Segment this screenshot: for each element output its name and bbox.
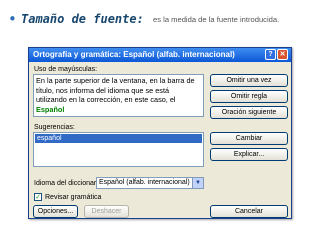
chevron-down-icon[interactable]: ▼ xyxy=(192,178,203,188)
language-label: Idioma del diccionario: xyxy=(34,180,104,187)
suggestions-label: Sugerencias: xyxy=(34,124,75,131)
change-button[interactable]: Cambiar xyxy=(210,132,288,145)
ignore-rule-button[interactable]: Omitir regla xyxy=(210,90,288,103)
language-value: Español (alfab. internacional) xyxy=(99,179,190,186)
language-select[interactable]: Español (alfab. internacional) ▼ xyxy=(96,177,204,189)
bullet-marker: • xyxy=(8,10,17,28)
cancel-button[interactable]: Cancelar xyxy=(210,205,288,218)
slide-description: es la medida de la fuente introducida. xyxy=(153,15,280,24)
grammar-checkbox[interactable]: ✓ xyxy=(34,193,42,201)
undo-button[interactable]: Deshacer xyxy=(84,205,129,218)
issue-type-label: Uso de mayúsculas: xyxy=(34,66,98,73)
slide-heading: Tamaño de fuente: xyxy=(21,12,144,26)
suggestion-item[interactable]: español xyxy=(35,134,202,143)
suggestions-list[interactable]: español xyxy=(33,132,204,167)
dialog-title: Ortografía y gramática: Español (alfab. … xyxy=(33,50,235,59)
help-icon[interactable]: ? xyxy=(265,49,276,60)
explain-button[interactable]: Explicar... xyxy=(210,148,288,161)
slide-caption: • Tamaño de fuente: es la medida de la f… xyxy=(8,8,314,30)
sentence-textbox[interactable]: En la parte superior de la ventana, en l… xyxy=(33,74,204,117)
sentence-text: En la parte superior de la ventana, en l… xyxy=(36,76,195,104)
ignore-once-button[interactable]: Omitir una vez xyxy=(210,74,288,87)
close-icon[interactable]: ✕ xyxy=(277,49,288,60)
options-button[interactable]: Opciones... xyxy=(33,205,78,218)
spelling-grammar-dialog: Ortografía y gramática: Español (alfab. … xyxy=(28,47,292,219)
flagged-word: Español xyxy=(36,104,65,114)
dialog-title-bar[interactable]: Ortografía y gramática: Español (alfab. … xyxy=(29,48,291,62)
next-sentence-button[interactable]: Oración siguiente xyxy=(210,106,288,119)
grammar-checkbox-label: Revisar gramática xyxy=(45,194,102,201)
